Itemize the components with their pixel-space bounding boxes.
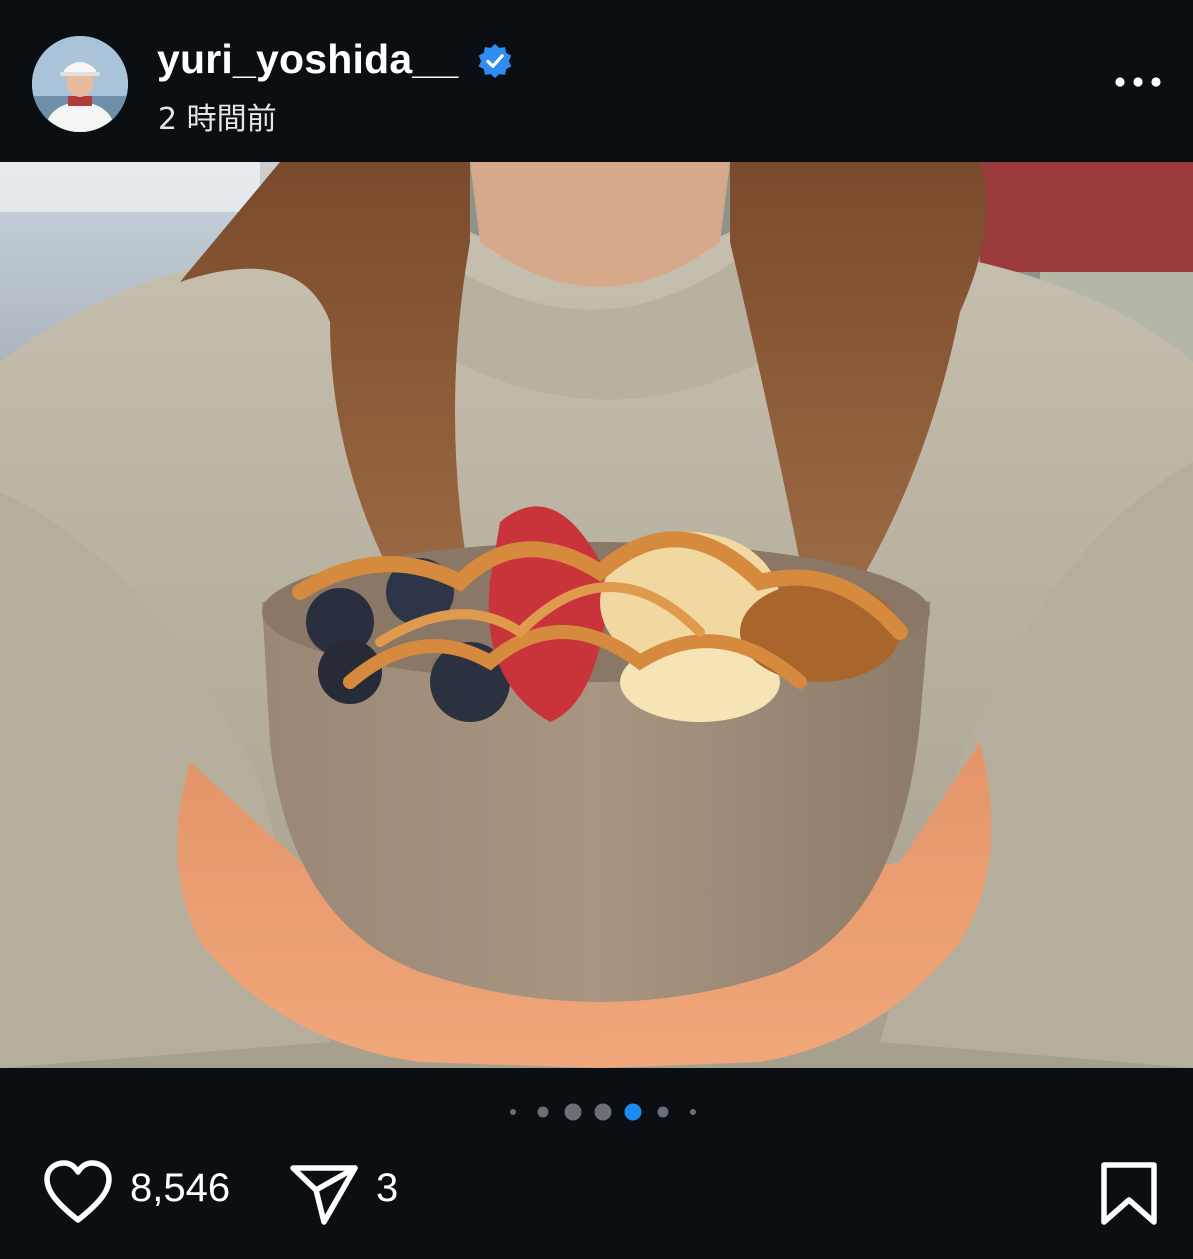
post-header: yuri_yoshida__ 2 時間前 (0, 0, 1193, 162)
carousel-indicator (510, 1103, 696, 1121)
verified-badge-icon (478, 43, 512, 79)
instagram-post: yuri_yoshida__ 2 時間前 8,546 3 (0, 0, 1193, 1259)
carousel-dot (594, 1103, 612, 1121)
username[interactable]: yuri_yoshida__ (157, 36, 458, 83)
carousel-dot (510, 1109, 516, 1115)
post-timestamp: 2 時間前 (158, 102, 277, 137)
carousel-dot-active (624, 1103, 642, 1121)
carousel-dot (690, 1109, 696, 1115)
post-photo[interactable] (0, 162, 1193, 1068)
share-count: 3 (376, 1166, 399, 1210)
avatar[interactable] (32, 36, 128, 132)
carousel-dot (537, 1106, 549, 1118)
like-count[interactable]: 8,546 (130, 1166, 230, 1211)
carousel-dot (657, 1106, 669, 1118)
heart-icon[interactable] (42, 1158, 114, 1226)
more-horizontal-icon[interactable] (1108, 62, 1168, 102)
carousel-dot (564, 1103, 582, 1121)
paper-plane-icon[interactable] (288, 1160, 360, 1226)
action-bar: 8,546 3 (0, 1140, 1193, 1250)
bookmark-icon[interactable] (1098, 1160, 1160, 1226)
